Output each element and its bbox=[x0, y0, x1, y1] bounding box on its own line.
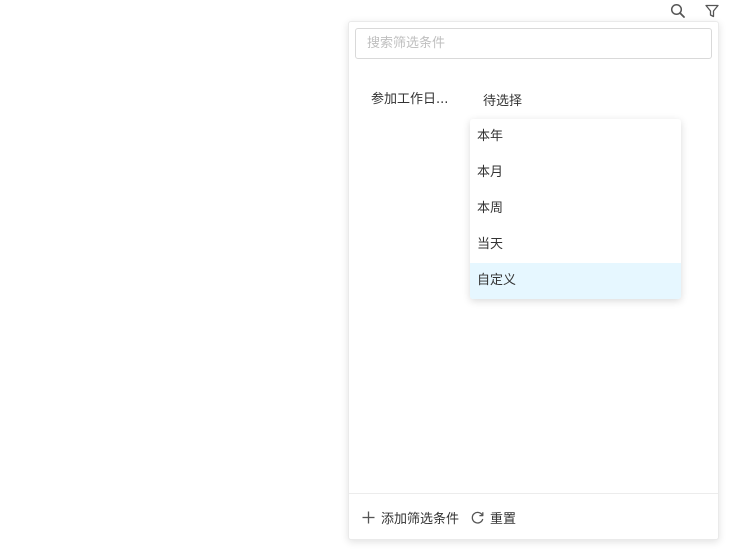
condition-field-label: 参加工作日... bbox=[371, 92, 449, 107]
dropdown-option-this-week[interactable]: 本周 bbox=[470, 191, 681, 227]
app-root: 参加工作日... 待选择 添加筛选条件 重置 本年 本月 本周 bbox=[0, 0, 731, 553]
filter-panel-footer: 添加筛选条件 重置 bbox=[349, 493, 718, 539]
dropdown-option-this-year[interactable]: 本年 bbox=[470, 119, 681, 155]
filter-icon[interactable] bbox=[703, 2, 721, 20]
condition-value-select[interactable]: 待选择 bbox=[483, 90, 522, 109]
dropdown-option-today[interactable]: 当天 bbox=[470, 227, 681, 263]
dropdown-option-this-month[interactable]: 本月 bbox=[470, 155, 681, 191]
add-filter-button[interactable]: 添加筛选条件 bbox=[361, 507, 459, 527]
dropdown-option-custom[interactable]: 自定义 bbox=[470, 263, 681, 299]
reset-icon bbox=[471, 511, 484, 524]
add-filter-label: 添加筛选条件 bbox=[381, 511, 460, 527]
reset-button[interactable]: 重置 bbox=[470, 507, 516, 527]
filter-search-input[interactable] bbox=[355, 28, 712, 59]
search-icon[interactable] bbox=[669, 2, 687, 20]
date-range-dropdown: 本年 本月 本周 当天 自定义 bbox=[470, 119, 681, 299]
filter-condition-row: 参加工作日... 待选择 bbox=[349, 82, 718, 114]
plus-icon bbox=[362, 511, 375, 523]
reset-label: 重置 bbox=[490, 511, 517, 527]
